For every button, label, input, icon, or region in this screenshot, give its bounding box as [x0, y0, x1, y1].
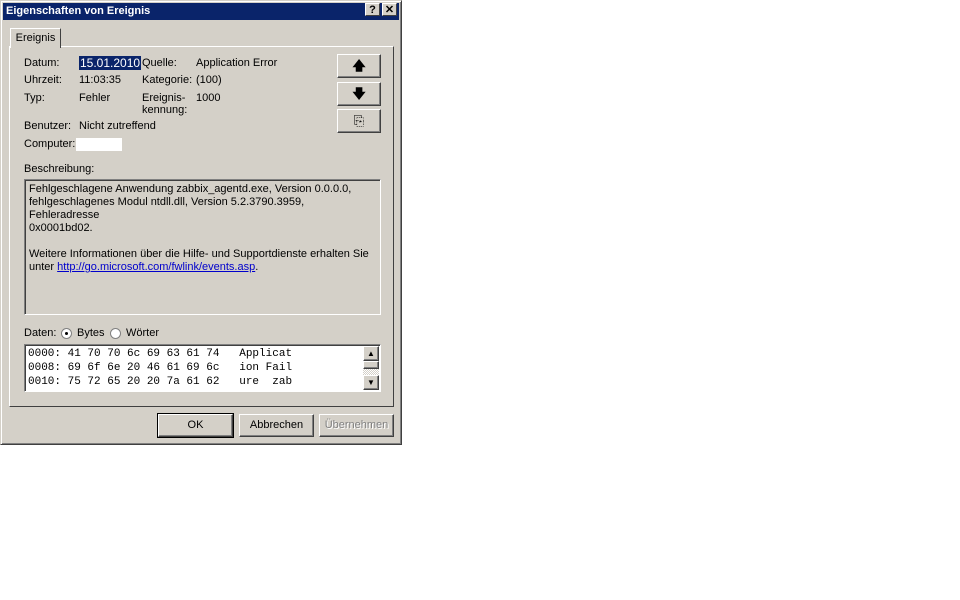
- kennung-label: Ereignis-: [142, 92, 186, 104]
- daten-label: Daten:: [24, 327, 57, 339]
- data-hex-box[interactable]: 0000: 41 70 70 6c 69 63 61 74 Applicat 00…: [24, 344, 381, 392]
- help-link[interactable]: http://go.microsoft.com/fwlink/events.as…: [57, 261, 255, 273]
- computer-label: Computer:: [24, 138, 76, 150]
- words-radio[interactable]: [110, 328, 121, 339]
- next-event-button[interactable]: 🡇: [337, 82, 381, 106]
- computer-value: [76, 138, 122, 151]
- description-line: 0x0001bd02.: [29, 222, 93, 234]
- uhrzeit-value: 11:03:35: [79, 74, 122, 86]
- description-line: Fehlgeschlagene Anwendung zabbix_agentd.…: [29, 183, 352, 195]
- copy-button[interactable]: ⎘: [337, 109, 381, 133]
- description-line: Weitere Informationen über die Hilfe- un…: [29, 248, 369, 260]
- typ-value: Fehler: [79, 92, 111, 104]
- kategorie-value: (100): [196, 74, 222, 86]
- description-line: fehlgeschlagenes Modul ntdll.dll, Versio…: [29, 196, 305, 221]
- hex-row: 0000: 41 70 70 6c 69 63 61 74 Applicat: [28, 348, 293, 360]
- scroll-down-arrow-icon[interactable]: ▼: [363, 375, 379, 390]
- datum-value[interactable]: 15.01.2010: [79, 56, 142, 70]
- benutzer-label: Benutzer:: [24, 120, 72, 132]
- kennung-label-2: kennung:: [142, 104, 188, 116]
- arrow-down-icon: 🡇: [352, 86, 366, 101]
- quelle-value: Application Error: [196, 57, 278, 69]
- quelle-label: Quelle:: [142, 57, 177, 69]
- beschreibung-label: Beschreibung:: [24, 163, 95, 175]
- datum-label: Datum:: [24, 57, 60, 69]
- previous-event-button[interactable]: 🡅: [337, 54, 381, 78]
- title-bar[interactable]: Eigenschaften von Ereignis: [3, 3, 399, 20]
- description-text: unter: [29, 261, 58, 273]
- scroll-up-arrow-icon[interactable]: ▲: [363, 346, 379, 361]
- apply-button[interactable]: Übernehmen: [319, 414, 394, 437]
- hex-row: 0010: 75 72 65 20 20 7a 61 62 ure zab: [28, 376, 293, 388]
- description-line: unter http://go.microsoft.com/fwlink/eve…: [29, 261, 376, 274]
- event-properties-dialog: Eigenschaften von Ereignis ? ✕ Ereignis …: [0, 0, 402, 445]
- description-textbox[interactable]: Fehlgeschlagene Anwendung zabbix_agentd.…: [24, 179, 381, 315]
- kennung-value: 1000: [196, 92, 221, 104]
- scroll-thumb[interactable]: [363, 361, 379, 369]
- arrow-up-icon: 🡅: [352, 58, 366, 73]
- words-label: Wörter: [126, 327, 159, 339]
- window-title: Eigenschaften von Ereignis: [6, 5, 151, 17]
- hex-row: 0008: 69 6f 6e 20 46 61 69 6c ion Fail: [28, 362, 293, 374]
- description-text: .: [255, 261, 259, 273]
- bytes-label: Bytes: [77, 327, 105, 339]
- close-button[interactable]: ✕: [382, 3, 397, 16]
- uhrzeit-label: Uhrzeit:: [24, 74, 62, 86]
- help-button[interactable]: ?: [365, 3, 380, 16]
- copy-icon: ⎘: [353, 113, 365, 128]
- kategorie-label: Kategorie:: [142, 74, 193, 86]
- benutzer-value: Nicht zutreffend: [79, 120, 156, 132]
- bytes-radio[interactable]: [61, 328, 72, 339]
- typ-label: Typ:: [24, 92, 45, 104]
- tab-ereignis[interactable]: Ereignis: [10, 28, 61, 48]
- ok-button[interactable]: OK: [157, 413, 234, 438]
- cancel-button[interactable]: Abbrechen: [239, 414, 314, 437]
